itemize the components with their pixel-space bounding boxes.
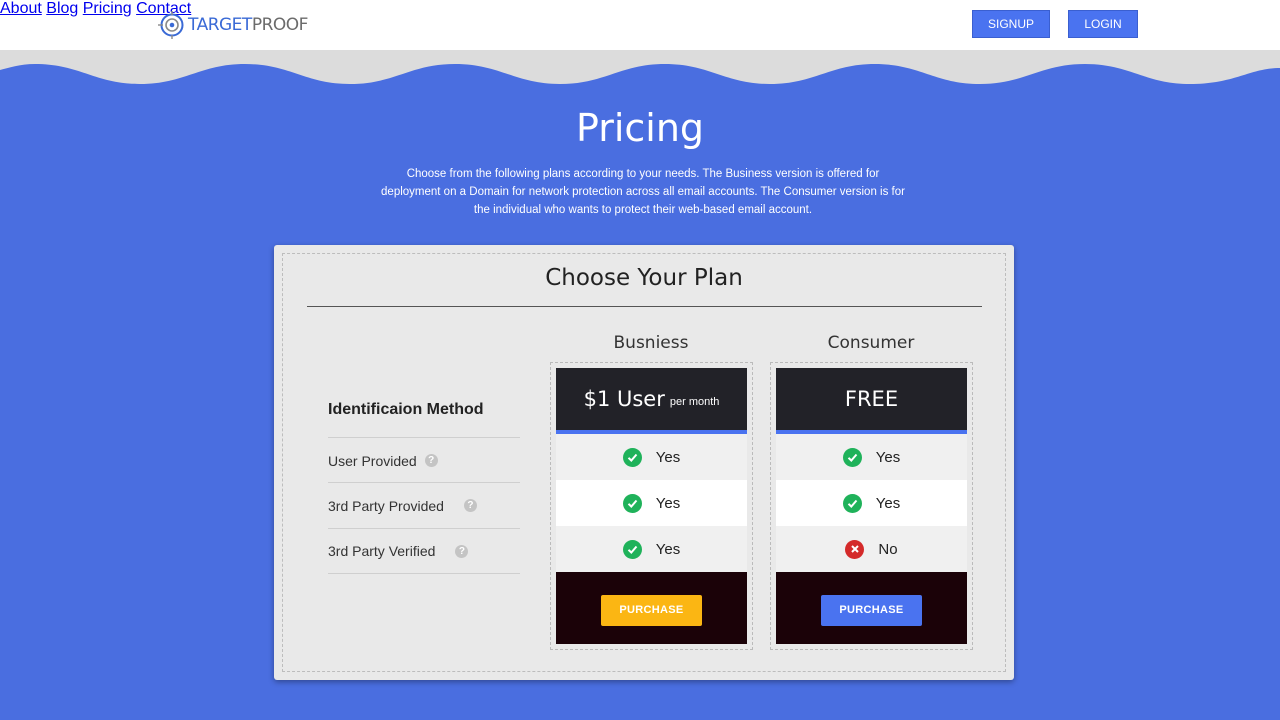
plan-box: $1 User per month Yes Yes Yes PURCHASE bbox=[556, 368, 747, 644]
wave-divider bbox=[0, 50, 1280, 90]
check-icon bbox=[622, 539, 642, 559]
plan-feature-cell: Yes bbox=[556, 480, 747, 526]
plan-feature-cell: Yes bbox=[776, 480, 967, 526]
title-divider bbox=[307, 306, 982, 307]
check-icon bbox=[622, 447, 642, 467]
help-icon[interactable]: ? bbox=[424, 454, 438, 467]
plan-price: $1 User bbox=[583, 387, 665, 411]
feature-heading: Identificaion Method bbox=[328, 401, 484, 418]
top-navbar: TARGETPROOF About Blog Pricing Contact S… bbox=[0, 0, 1280, 50]
plan-footer: PURCHASE bbox=[776, 576, 967, 644]
plan-price-header: FREE bbox=[776, 368, 967, 434]
check-icon bbox=[622, 493, 642, 513]
nav-blog-link[interactable]: Blog bbox=[46, 0, 78, 17]
page-title: Pricing bbox=[575, 106, 705, 150]
signup-button[interactable]: SIGNUP bbox=[972, 10, 1050, 38]
brand-logo[interactable]: TARGETPROOF bbox=[158, 10, 308, 40]
feature-row-user-provided: User Provided ? bbox=[328, 437, 520, 483]
plan-feature-value: Yes bbox=[655, 540, 681, 558]
plan-comparison-card: Choose Your Plan Identificaion Method Us… bbox=[274, 245, 1014, 680]
plan-box: FREE Yes Yes No PURCHASE bbox=[776, 368, 967, 644]
plan-name-consumer: Consumer bbox=[827, 333, 915, 353]
plan-feature-value: Yes bbox=[875, 448, 901, 466]
plan-feature-value: Yes bbox=[655, 448, 681, 466]
plan-feature-cell: Yes bbox=[776, 434, 967, 480]
purchase-business-button[interactable]: PURCHASE bbox=[601, 594, 702, 626]
plan-feature-cell: No bbox=[776, 526, 967, 572]
cross-icon bbox=[845, 539, 865, 559]
help-icon[interactable]: ? bbox=[455, 544, 469, 558]
plan-price-header: $1 User per month bbox=[556, 368, 747, 434]
plan-price-period: per month bbox=[669, 396, 720, 408]
feature-label: User Provided bbox=[328, 452, 417, 469]
nav-pricing-link[interactable]: Pricing bbox=[83, 0, 132, 17]
plan-column-consumer: FREE Yes Yes No PURCHASE bbox=[770, 362, 973, 650]
card-title: Choose Your Plan bbox=[545, 265, 743, 291]
help-icon[interactable]: ? bbox=[463, 499, 477, 512]
plan-column-business: $1 User per month Yes Yes Yes PURCHASE bbox=[550, 362, 753, 650]
brand-name: TARGETPROOF bbox=[188, 15, 308, 35]
plan-feature-value: Yes bbox=[655, 494, 681, 512]
feature-row-third-party-verified: 3rd Party Verified ? bbox=[328, 528, 520, 574]
plan-feature-cell: Yes bbox=[556, 434, 747, 480]
feature-label: 3rd Party Provided bbox=[328, 497, 444, 514]
nav-about-link[interactable]: About bbox=[0, 0, 42, 17]
plan-footer: PURCHASE bbox=[556, 576, 747, 644]
plan-price: FREE bbox=[844, 387, 899, 411]
check-icon bbox=[842, 493, 862, 513]
plan-feature-value: Yes bbox=[875, 494, 901, 512]
feature-label: 3rd Party Verified bbox=[328, 543, 436, 559]
feature-row-third-party-provided: 3rd Party Provided ? bbox=[328, 482, 520, 528]
login-button[interactable]: LOGIN bbox=[1068, 10, 1138, 38]
pricing-intro-text: Choose from the following plans accordin… bbox=[381, 168, 905, 216]
target-logo-icon bbox=[158, 11, 186, 39]
purchase-consumer-button[interactable]: PURCHASE bbox=[821, 594, 922, 626]
plan-feature-value: No bbox=[878, 540, 898, 558]
plan-name-business: Busniess bbox=[613, 333, 689, 353]
check-icon bbox=[842, 447, 862, 467]
plan-feature-cell: Yes bbox=[556, 526, 747, 572]
